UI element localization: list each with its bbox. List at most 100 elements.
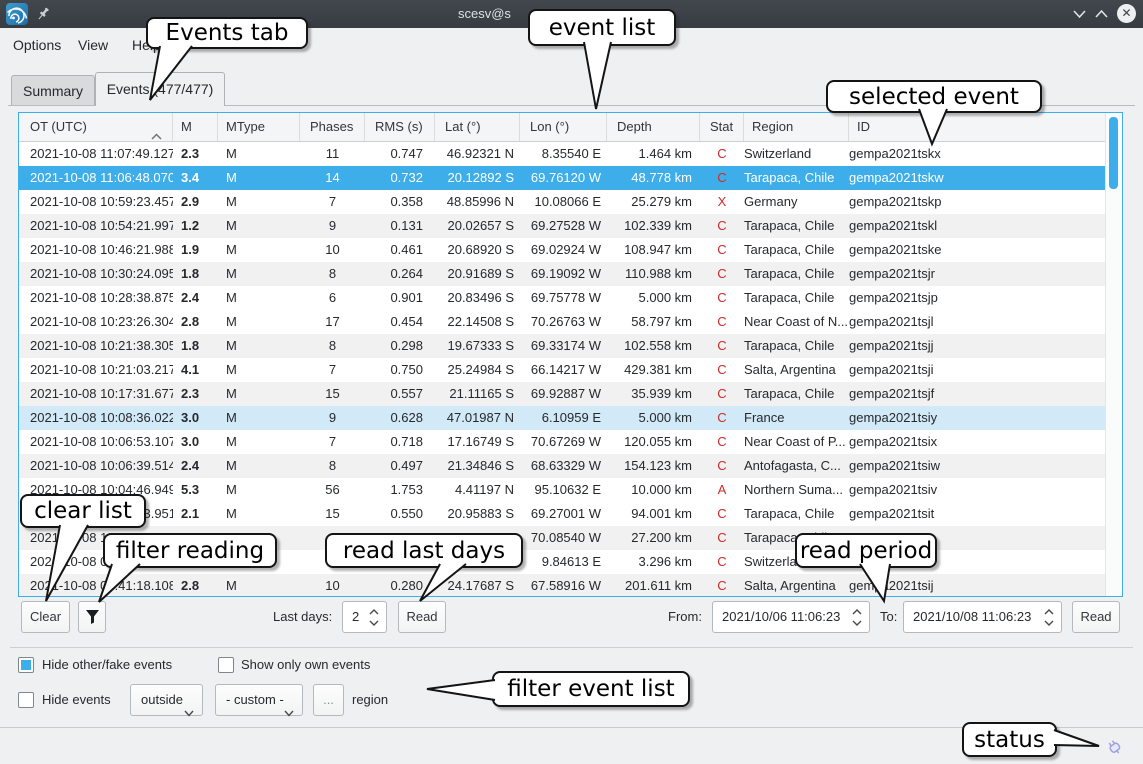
hide-events-checkbox[interactable] — [18, 692, 34, 708]
region-preset-combobox[interactable]: - custom - — [215, 684, 303, 716]
table-row[interactable]: 2021-10-08 10:28:38.8752.4M60.90120.8349… — [19, 286, 1122, 310]
tab-events[interactable]: Events (477/477) — [95, 72, 225, 106]
cell-rms: 1.753 — [365, 478, 435, 502]
cell-depth: 94.001 km — [607, 502, 700, 526]
cell-mtype: M — [218, 166, 300, 190]
column-header-phases[interactable]: Phases — [300, 113, 365, 141]
table-row[interactable]: 2021-10-08 10:21:03.2174.1M70.75025.2498… — [19, 358, 1122, 382]
cell-rms: 0.747 — [365, 142, 435, 166]
cell-mtype: M — [218, 406, 300, 430]
table-row[interactable]: 2021-10-08 10:06:39.5142.4M80.49721.3484… — [19, 454, 1122, 478]
table-row[interactable]: 2021-10-08 09:41:18.1082.8M100.28024.176… — [19, 574, 1122, 597]
cell-region: Tarapaca, Chile — [744, 502, 849, 526]
cell-rms: 0.732 — [365, 166, 435, 190]
read-days-button[interactable]: Read — [398, 601, 446, 633]
column-header-mtype[interactable]: MType — [218, 113, 300, 141]
last-days-spinbox[interactable]: 2 — [342, 601, 387, 633]
spin-arrows-icon[interactable] — [852, 608, 862, 638]
cell-rms: 0.454 — [365, 310, 435, 334]
cell-rms: 0.264 — [365, 262, 435, 286]
cell-lat: 22.14508 S — [435, 310, 520, 334]
callout-read-last-days: read last days — [325, 533, 523, 568]
column-header-lon[interactable]: Lon (°) — [520, 113, 607, 141]
table-row[interactable]: 2021-10-08 10:30:24.0951.8M80.26420.9168… — [19, 262, 1122, 286]
cell-stat: C — [700, 358, 744, 382]
column-header-region[interactable]: Region — [744, 113, 849, 141]
filter-reading-button[interactable] — [78, 601, 106, 633]
cell-rms: 0.358 — [365, 190, 435, 214]
cell-region: Tarapaca, Chile — [744, 286, 849, 310]
cell-m: 3.0 — [173, 406, 218, 430]
cell-rms: 0.750 — [365, 358, 435, 382]
table-row[interactable]: 2021-10-08 10:17:31.6772.3M150.55721.111… — [19, 382, 1122, 406]
read-period-button[interactable]: Read — [1072, 601, 1120, 633]
to-datetime[interactable]: 2021/10/08 11:06:23 — [903, 601, 1062, 633]
spin-arrows-icon[interactable] — [369, 608, 379, 638]
table-row[interactable]: 2021-10-08 10:06:53.1073.0M70.71817.1674… — [19, 430, 1122, 454]
cell-mtype: M — [218, 430, 300, 454]
cell-lat: 20.83496 S — [435, 286, 520, 310]
spin-arrows-icon[interactable] — [1044, 608, 1054, 638]
cell-stat: C — [700, 214, 744, 238]
cell-phases: 7 — [300, 190, 365, 214]
cell-depth: 102.558 km — [607, 334, 700, 358]
menu-options[interactable]: Options — [13, 28, 61, 62]
cell-ot: 2021-10-08 11:06:48.070 — [19, 166, 173, 190]
column-header-m[interactable]: M — [173, 113, 218, 141]
cell-stat: C — [700, 550, 744, 574]
cell-region: Tarapaca, Chile — [744, 382, 849, 406]
cell-ot: 2021-10-08 10:21:03.217 — [19, 358, 173, 382]
cell-depth: 3.296 km — [607, 550, 700, 574]
callout-clear-list: clear list — [20, 494, 146, 528]
cell-rms: 0.461 — [365, 238, 435, 262]
minimize-button[interactable] — [1072, 7, 1087, 26]
table-row[interactable]: 2021-10-08 10:02:43.9512.1M150.55020.958… — [19, 502, 1122, 526]
hide-other-fake-events-checkbox[interactable] — [18, 657, 34, 673]
window-title: scesv@s — [458, 0, 511, 28]
close-button[interactable]: ✕ — [1117, 4, 1136, 23]
region-mode-combobox[interactable]: outside — [130, 684, 203, 716]
cell-lat: 48.85996 N — [435, 190, 520, 214]
callout-selected-event: selected event — [826, 80, 1042, 113]
menu-view[interactable]: View — [78, 28, 108, 62]
callout-events-tab: Events tab — [146, 17, 308, 49]
cell-phases: 10 — [300, 238, 365, 262]
cell-stat: C — [700, 238, 744, 262]
show-only-own-events-checkbox[interactable] — [218, 657, 234, 673]
cell-stat: C — [700, 430, 744, 454]
table-row[interactable]: 2021-10-08 10:08:36.0223.0M90.62847.0198… — [19, 406, 1122, 430]
cell-depth: 102.339 km — [607, 214, 700, 238]
table-row[interactable]: 2021-10-08 10:04:46.9495.3M561.7534.4119… — [19, 478, 1122, 502]
column-header-lat[interactable]: Lat (°) — [435, 113, 520, 141]
pin-icon[interactable] — [36, 6, 51, 27]
vertical-scrollbar[interactable] — [1105, 113, 1122, 596]
clear-button[interactable]: Clear — [21, 601, 70, 633]
cell-region: Tarapaca, Chile — [744, 166, 849, 190]
table-row[interactable]: 2021-10-08 11:06:48.0703.4M140.73220.128… — [19, 166, 1122, 190]
column-header-stat[interactable]: Stat — [700, 113, 744, 141]
cell-id: gempa2021tsjr — [849, 262, 1106, 286]
column-header-rms[interactable]: RMS (s) — [365, 113, 435, 141]
cell-lon: 70.67269 W — [520, 430, 607, 454]
from-datetime[interactable]: 2021/10/06 11:06:23 — [712, 601, 870, 633]
cell-lon: 66.14217 W — [520, 358, 607, 382]
table-row[interactable]: 2021-10-08 11:07:49.1272.3M110.74746.923… — [19, 142, 1122, 166]
table-row[interactable]: 2021-10-08 10:59:23.4572.9M70.35848.8599… — [19, 190, 1122, 214]
cell-id: gempa2021tsiy — [849, 406, 1106, 430]
cell-phases: 8 — [300, 262, 365, 286]
cell-phases: 6 — [300, 286, 365, 310]
table-row[interactable]: 2021-10-08 10:54:21.9971.2M90.13120.0265… — [19, 214, 1122, 238]
cell-lon: 6.10959 E — [520, 406, 607, 430]
table-row[interactable]: 2021-10-08 10:21:38.3051.8M80.29819.6733… — [19, 334, 1122, 358]
maximize-button[interactable] — [1094, 7, 1109, 26]
table-row[interactable]: 2021-10-08 10:23:26.3042.8M170.45422.145… — [19, 310, 1122, 334]
region-more-button[interactable]: ... — [313, 684, 344, 716]
column-header-ot[interactable]: OT (UTC) — [19, 113, 173, 141]
column-header-depth[interactable]: Depth — [607, 113, 700, 141]
connection-plug-icon[interactable] — [1104, 737, 1126, 762]
table-row[interactable]: 2021-10-08 10:46:21.9881.9M100.46120.689… — [19, 238, 1122, 262]
tab-summary[interactable]: Summary — [11, 75, 95, 105]
cell-mtype: M — [218, 238, 300, 262]
column-header-id[interactable]: ID — [849, 113, 1106, 141]
scrollbar-thumb[interactable] — [1109, 117, 1118, 189]
